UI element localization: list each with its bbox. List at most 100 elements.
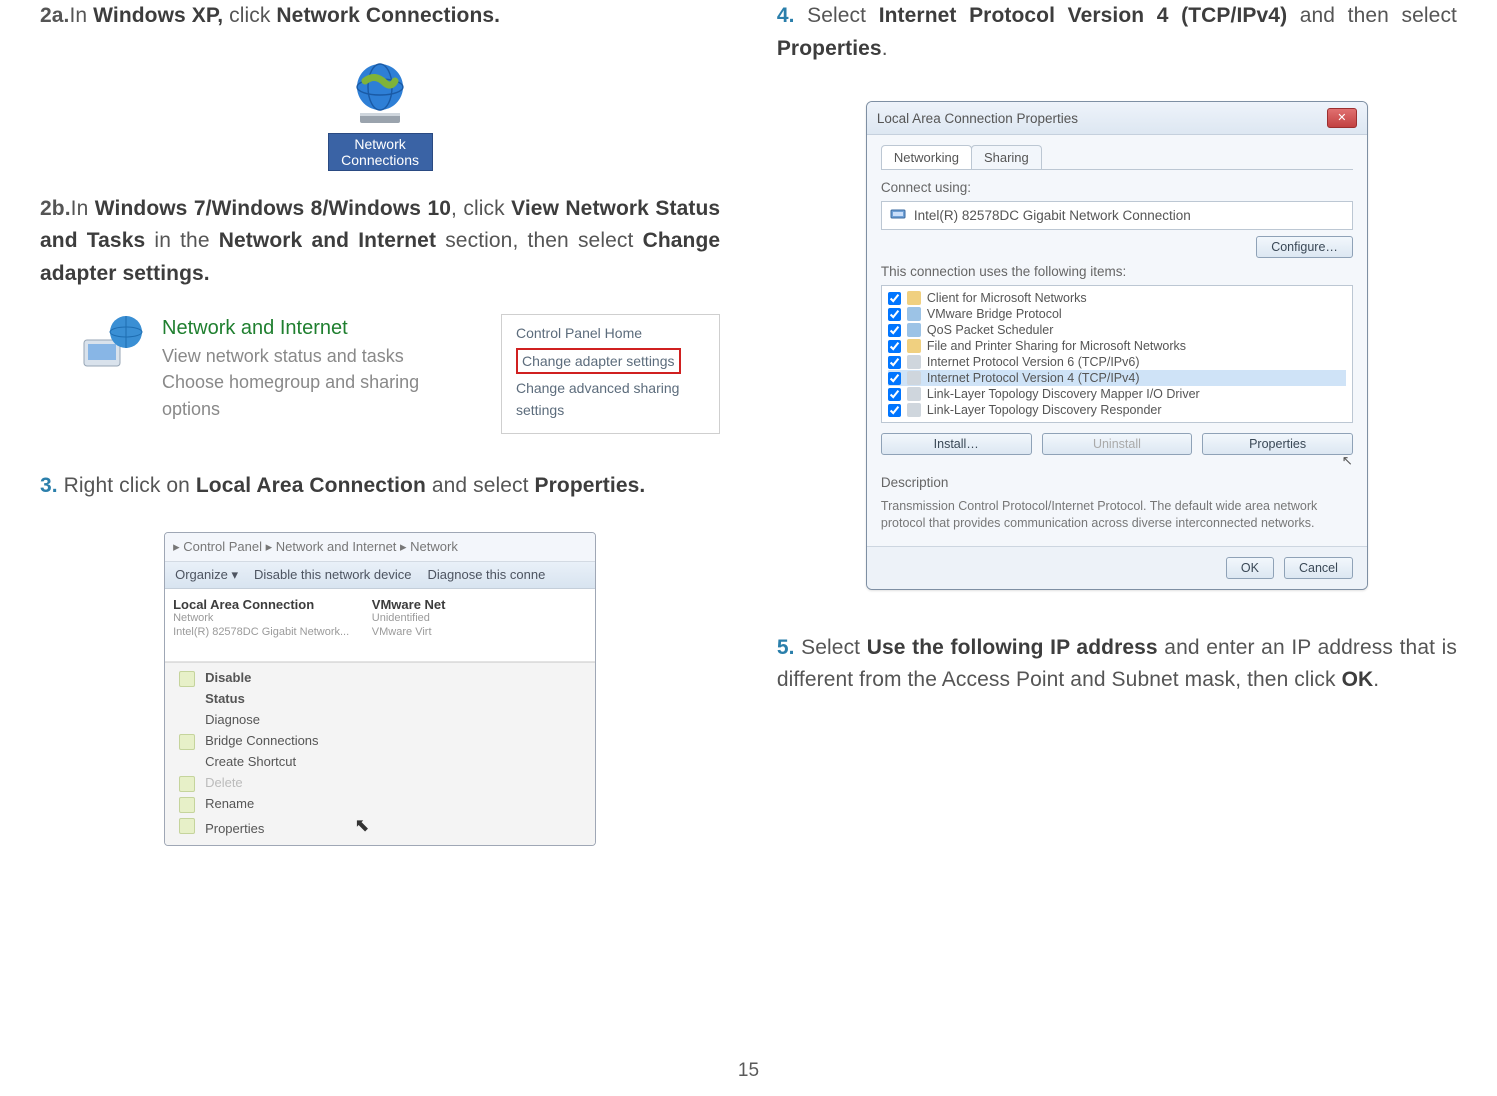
list-item[interactable]: Internet Protocol Version 6 (TCP/IPv6) xyxy=(888,354,1346,370)
list-item[interactable]: QoS Packet Scheduler xyxy=(888,322,1346,338)
step-4-num: 4. xyxy=(777,4,795,27)
cp-adv2: settings xyxy=(516,400,705,422)
nai-heading: Network and Internet xyxy=(162,314,465,343)
connect-using-label: Connect using: xyxy=(881,180,1353,195)
menu-diagnose[interactable]: Diagnose xyxy=(165,709,595,730)
vmware-connection-item[interactable]: VMware Net Unidentified VMware Virt xyxy=(372,597,571,653)
list-item[interactable]: Link-Layer Topology Discovery Mapper I/O… xyxy=(888,386,1346,402)
menu-shortcut[interactable]: Create Shortcut xyxy=(165,751,595,772)
adapter-name: Intel(R) 82578DC Gigabit Network Connect… xyxy=(914,208,1191,223)
step-2b-os: Windows 7/Windows 8/Windows 10 xyxy=(95,197,451,220)
step-2b-pre: In xyxy=(71,197,95,220)
list-item[interactable]: Link-Layer Topology Discovery Responder xyxy=(888,402,1346,418)
dialog-titlebar: Local Area Connection Properties ✕ xyxy=(867,102,1367,135)
checkbox[interactable] xyxy=(888,292,901,305)
component-icon xyxy=(907,291,921,305)
list-item-label: Link-Layer Topology Discovery Responder xyxy=(927,403,1162,417)
menu-properties[interactable]: Properties⬉ xyxy=(165,814,595,841)
step-2b-mid1: , click xyxy=(451,197,511,220)
shield-icon xyxy=(179,671,195,687)
vmware-title: VMware Net xyxy=(372,597,571,612)
step-4-mid: and then select xyxy=(1287,4,1457,27)
dialog-title-text: Local Area Connection Properties xyxy=(877,111,1078,126)
lac-title: Local Area Connection xyxy=(173,597,372,612)
items-listbox[interactable]: Client for Microsoft Networks VMware Bri… xyxy=(881,285,1353,423)
checkbox[interactable] xyxy=(888,340,901,353)
step-5-end: . xyxy=(1373,668,1379,691)
menu-disable[interactable]: Disable xyxy=(165,667,595,688)
checkbox[interactable] xyxy=(888,404,901,417)
menu-delete: Delete xyxy=(165,772,595,793)
step-2a-mid: click xyxy=(229,4,276,27)
uninstall-button: Uninstall xyxy=(1042,433,1193,455)
nai-line1: View network status and tasks xyxy=(162,343,465,369)
install-button[interactable]: Install… xyxy=(881,433,1032,455)
component-icon xyxy=(907,307,921,321)
list-item-label: File and Printer Sharing for Microsoft N… xyxy=(927,339,1186,353)
cursor-icon: ⬉ xyxy=(354,815,369,835)
checkbox[interactable] xyxy=(888,356,901,369)
list-item[interactable]: Client for Microsoft Networks xyxy=(888,290,1346,306)
list-item-label: VMware Bridge Protocol xyxy=(927,307,1062,321)
toolbar-disable[interactable]: Disable this network device xyxy=(254,567,412,583)
component-icon xyxy=(907,371,921,385)
network-internet-icon xyxy=(80,314,148,376)
tab-bar: Networking Sharing xyxy=(881,145,1353,170)
tab-sharing[interactable]: Sharing xyxy=(971,145,1042,169)
list-item[interactable]: VMware Bridge Protocol xyxy=(888,306,1346,322)
list-item-selected[interactable]: Internet Protocol Version 4 (TCP/IPv4) xyxy=(888,370,1346,386)
cp-adapter-wrap: Change adapter settings xyxy=(516,346,705,376)
connection-properties-dialog: Local Area Connection Properties ✕ Netwo… xyxy=(866,101,1368,590)
menu-rename[interactable]: Rename xyxy=(165,793,595,814)
list-item-label: Client for Microsoft Networks xyxy=(927,291,1087,305)
list-item-label: Internet Protocol Version 4 (TCP/IPv4) xyxy=(927,371,1140,385)
nai-line2: Choose homegroup and sharing options xyxy=(162,369,465,421)
cancel-button[interactable]: Cancel xyxy=(1284,557,1353,579)
adapter-icon xyxy=(890,207,906,224)
step-3-b1: Local Area Connection xyxy=(196,474,426,497)
dialog-footer: OK Cancel xyxy=(867,546,1367,589)
shield-icon xyxy=(179,776,195,792)
list-item-label: QoS Packet Scheduler xyxy=(927,323,1053,337)
step-2a-pre: In xyxy=(70,4,94,27)
checkbox[interactable] xyxy=(888,324,901,337)
step-4-b2: Properties xyxy=(777,37,882,60)
menu-bridge[interactable]: Bridge Connections xyxy=(165,730,595,751)
list-item-label: Link-Layer Topology Discovery Mapper I/O… xyxy=(927,387,1200,401)
menu-status[interactable]: Status xyxy=(165,688,595,709)
step-4-pre: Select xyxy=(795,4,879,27)
lac-sub1: Network xyxy=(173,612,372,626)
step-4-b1: Internet Protocol Version 4 (TCP/IPv4) xyxy=(879,4,1287,27)
step-2b-mid2: in the xyxy=(145,229,218,252)
tab-networking[interactable]: Networking xyxy=(881,145,972,169)
description-text: Transmission Control Protocol/Internet P… xyxy=(881,498,1353,532)
vmware-sub2: VMware Virt xyxy=(372,626,571,640)
step-5-pre: Select xyxy=(795,636,867,659)
configure-button[interactable]: Configure… xyxy=(1256,236,1353,258)
step-2a-os: Windows XP, xyxy=(93,4,229,27)
ok-button[interactable]: OK xyxy=(1226,557,1274,579)
step-2b-num: 2b. xyxy=(40,197,71,220)
shield-icon xyxy=(179,797,195,813)
close-button[interactable]: ✕ xyxy=(1327,108,1357,128)
properties-button[interactable]: Properties xyxy=(1202,433,1353,455)
component-icon xyxy=(907,323,921,337)
list-item[interactable]: File and Printer Sharing for Microsoft N… xyxy=(888,338,1346,354)
explorer-address-bar[interactable]: ▸ Control Panel ▸ Network and Internet ▸… xyxy=(165,533,595,562)
checkbox[interactable] xyxy=(888,372,901,385)
change-adapter-settings-link[interactable]: Change adapter settings xyxy=(516,348,681,374)
checkbox[interactable] xyxy=(888,388,901,401)
local-area-connection-item[interactable]: Local Area Connection Network Intel(R) 8… xyxy=(173,597,372,653)
component-icon xyxy=(907,387,921,401)
step-3: 3. Right click on Local Area Connection … xyxy=(40,470,720,503)
control-panel-side-panel: Control Panel Home Change adapter settin… xyxy=(501,314,720,433)
checkbox[interactable] xyxy=(888,308,901,321)
vmware-sub1: Unidentified xyxy=(372,612,571,626)
nc-label-line1: Network xyxy=(354,136,405,152)
toolbar-diagnose[interactable]: Diagnose this conne xyxy=(428,567,546,583)
step-4: 4. Select Internet Protocol Version 4 (T… xyxy=(777,0,1457,65)
lac-sub2: Intel(R) 82578DC Gigabit Network... xyxy=(173,626,372,640)
toolbar-organize[interactable]: Organize ▾ xyxy=(175,567,238,583)
shield-icon xyxy=(179,734,195,750)
step-5-b2: OK xyxy=(1342,668,1374,691)
